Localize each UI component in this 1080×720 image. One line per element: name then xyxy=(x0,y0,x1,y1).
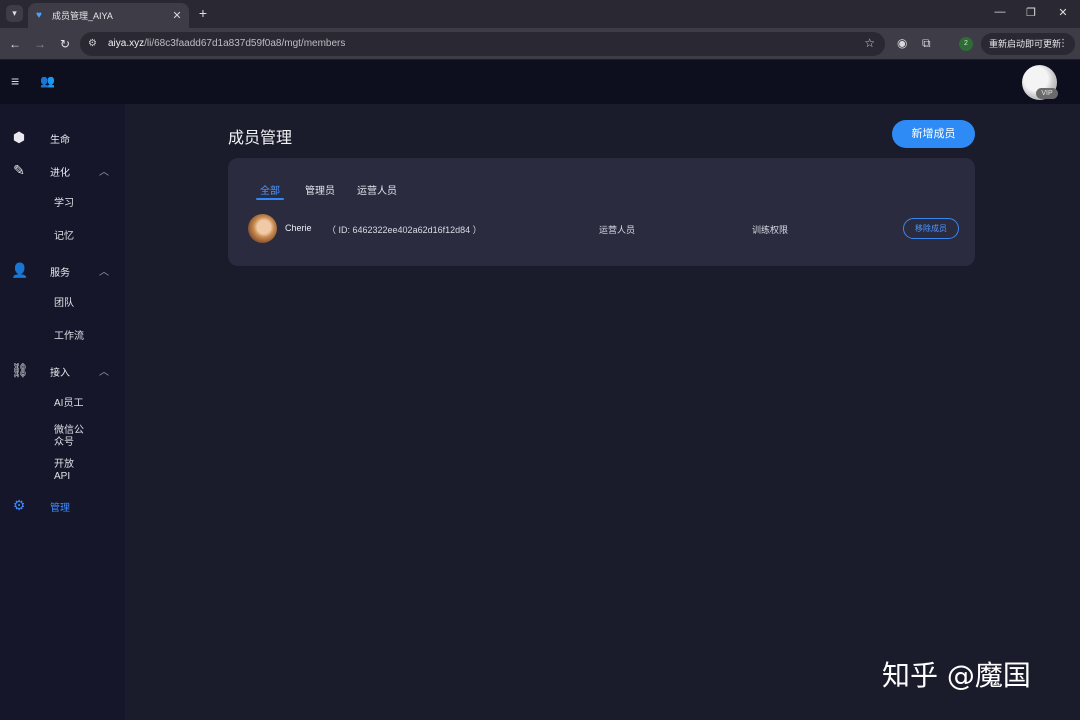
member-id: （ ID: 6462322ee402a62d16f12d84 ） xyxy=(327,225,482,235)
sidebar-item-workflow[interactable]: 工作流 xyxy=(54,331,84,343)
sidebar-item-team[interactable]: 团队 xyxy=(54,298,74,310)
restore-icon[interactable]: ❐ xyxy=(1024,6,1038,19)
browser-toolbar: ← → ↻ ⚙ aiya.xyz/li/68c3faadd67d1a837d59… xyxy=(0,28,1080,60)
watermark: 知乎 @魔国 xyxy=(882,659,1031,692)
reload-icon[interactable]: ↻ xyxy=(57,36,73,52)
browser-tab[interactable]: ♥ 成员管理_AIYA ✕ xyxy=(28,3,189,28)
site-info-icon[interactable]: ⚙ xyxy=(88,38,97,49)
sidebar xyxy=(0,104,125,720)
extensions-puzzle-icon[interactable]: ⧉ xyxy=(922,36,931,51)
chevron-up-icon: ︿ xyxy=(99,267,109,278)
profile-badge[interactable]: 2 xyxy=(959,37,973,51)
close-tab-icon[interactable]: ✕ xyxy=(169,9,185,22)
gear-icon: ⚙ xyxy=(12,497,26,513)
sidebar-item-management[interactable]: ⚙ 管理 xyxy=(0,490,125,520)
forward-icon[interactable]: → xyxy=(32,36,48,52)
more-menu-icon[interactable]: ⋮ xyxy=(1058,33,1068,55)
address-bar[interactable]: ⚙ aiya.xyz/li/68c3faadd67d1a837d59f0a8/m… xyxy=(80,32,885,56)
members-card xyxy=(228,158,975,266)
tab-all[interactable]: 全部 xyxy=(260,182,280,197)
sidebar-item-memory[interactable]: 记忆 xyxy=(54,231,74,243)
link-icon: ⛓ xyxy=(11,362,29,378)
update-button[interactable]: 重新启动即可更新 ⋮ xyxy=(981,33,1075,55)
sidebar-item-label: 接入 xyxy=(50,368,70,379)
member-permission: 训练权限 xyxy=(752,225,789,235)
user-add-icon: 👤 xyxy=(11,262,29,278)
tab-search-icon[interactable]: ▾ xyxy=(6,5,23,22)
remove-member-button[interactable]: 移除成员 xyxy=(903,218,959,239)
tab-operators[interactable]: 运营人员 xyxy=(357,182,397,197)
sidebar-item-evolution[interactable]: ✎ 进化 ︿ xyxy=(0,155,125,185)
sidebar-item-wechat[interactable]: 微信公 众号 xyxy=(54,425,84,449)
sidebar-item-ai-employee[interactable]: AI员工 xyxy=(54,398,83,410)
bookmark-star-icon[interactable]: ☆ xyxy=(864,36,875,50)
page-title: 成员管理 xyxy=(228,130,293,147)
sidebar-item-label: 服务 xyxy=(50,268,70,279)
chevron-up-icon: ︿ xyxy=(99,167,109,178)
close-window-icon[interactable]: ✕ xyxy=(1056,6,1070,19)
hamburger-menu-icon[interactable]: ≡ xyxy=(11,74,19,88)
tab-admins[interactable]: 管理员 xyxy=(305,182,335,197)
url-text: aiya.xyz/li/68c3faadd67d1a837d59f0a8/mgt… xyxy=(108,38,346,49)
vip-badge: VIP xyxy=(1036,88,1058,99)
browser-tab-bar: ▾ ♥ 成员管理_AIYA ✕ + — ❐ ✕ xyxy=(0,0,1080,28)
sidebar-item-integration[interactable]: ⛓ 接入 ︿ xyxy=(0,355,125,385)
user-switch-icon[interactable]: 👥 xyxy=(40,74,55,88)
chevron-up-icon: ︿ xyxy=(99,367,109,378)
active-tab-indicator xyxy=(256,198,284,200)
member-name: Cherie xyxy=(285,223,312,233)
robot-icon: ⬢ xyxy=(12,129,26,145)
tab-title: 成员管理_AIYA xyxy=(52,11,113,21)
magic-wand-icon: ✎ xyxy=(13,162,25,178)
member-avatar xyxy=(248,214,277,243)
back-icon[interactable]: ← xyxy=(7,36,23,52)
sidebar-item-open-api[interactable]: 开放 API xyxy=(54,459,74,483)
new-tab-icon[interactable]: + xyxy=(195,5,211,21)
update-label: 重新启动即可更新 xyxy=(989,39,1062,49)
minimize-icon[interactable]: — xyxy=(993,6,1007,18)
sidebar-item-learning[interactable]: 学习 xyxy=(54,198,74,210)
sidebar-item-label: 生命 xyxy=(50,135,70,146)
site-favicon-icon: ♥ xyxy=(36,9,42,21)
add-member-button[interactable]: 新增成员 xyxy=(892,120,975,148)
sidebar-item-life[interactable]: ⬢ 生命 xyxy=(0,122,125,152)
sidebar-item-label: 管理 xyxy=(50,503,70,514)
sidebar-item-label: 进化 xyxy=(50,168,70,179)
member-role: 运营人员 xyxy=(599,225,636,235)
app-header: ≡ 👥 xyxy=(0,60,1080,104)
sidebar-item-service[interactable]: 👤 服务 ︿ xyxy=(0,255,125,285)
extension-circle-icon[interactable]: ◉ xyxy=(897,36,907,50)
